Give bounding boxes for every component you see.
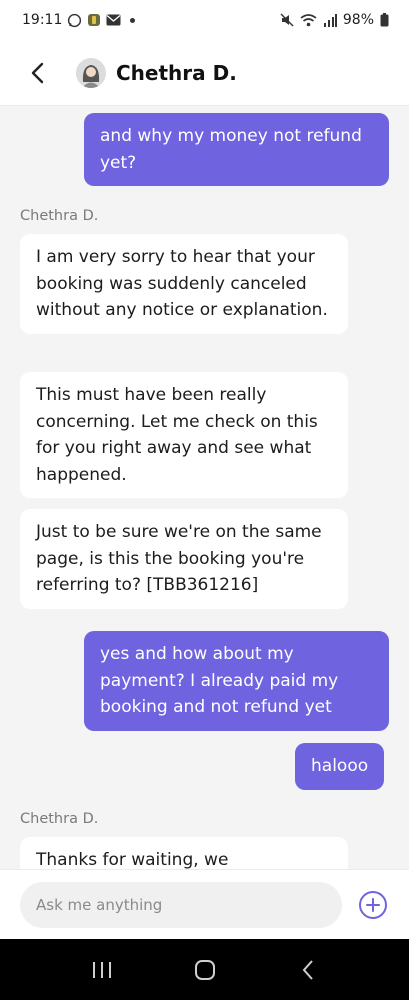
agent-message: This must have been really concerning. L… [20, 372, 348, 498]
agent-message: Just to be sure we're on the same page, … [20, 509, 348, 609]
home-button[interactable] [185, 950, 225, 990]
message-input[interactable] [20, 881, 342, 928]
user-message: yes and how about my payment? I already … [84, 631, 389, 731]
system-nav-bar [0, 939, 409, 1000]
sender-name: Chethra D. [20, 208, 99, 224]
app-icon [87, 13, 101, 27]
agent-message: Thanks for waiting, we [20, 837, 348, 869]
recent-apps-icon [92, 961, 111, 978]
signal-icon [323, 13, 337, 27]
contact-name: Chethra D. [116, 60, 237, 85]
mute-icon [280, 13, 294, 27]
add-button[interactable] [358, 890, 388, 920]
battery-percent: 98% [342, 12, 374, 28]
status-left: 19:11 [22, 12, 136, 28]
chevron-left-icon [31, 62, 44, 83]
plus-circle-icon [359, 890, 387, 919]
recent-apps-button[interactable] [82, 950, 122, 990]
user-message: halooo [295, 743, 385, 790]
nav-back-button[interactable] [288, 950, 328, 990]
back-icon [302, 959, 313, 980]
sender-name: Chethra D. [20, 811, 99, 827]
status-bar: 19:11 98% [0, 0, 409, 40]
status-time: 19:11 [22, 12, 63, 28]
home-icon [194, 959, 215, 980]
wifi-icon [300, 13, 317, 27]
chat-header: Chethra D. [0, 40, 409, 106]
agent-message: I am very sorry to hear that your bookin… [20, 234, 348, 334]
notification-dot [130, 17, 136, 23]
avatar[interactable] [76, 57, 106, 88]
user-message: and why my money not refund yet? [84, 113, 389, 186]
composer [0, 869, 409, 939]
mail-icon [106, 14, 121, 26]
battery-icon [380, 13, 389, 27]
back-button[interactable] [22, 58, 52, 88]
whatsapp-icon [67, 13, 82, 28]
status-right: 98% [280, 12, 389, 28]
chat-messages[interactable]: and why my money not refund yet? Chethra… [0, 107, 409, 869]
